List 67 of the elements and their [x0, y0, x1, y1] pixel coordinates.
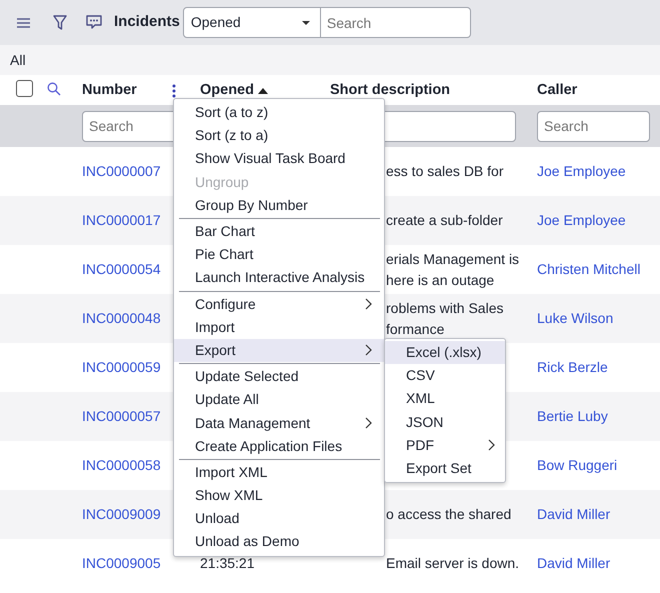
incident-link[interactable]: INC0000057 [82, 408, 161, 424]
menu-item[interactable]: Unload as Demo [174, 530, 384, 554]
opened-time: 21:35:21 [200, 555, 254, 571]
caller-link[interactable]: Luke Wilson [537, 310, 614, 326]
menu-item[interactable]: Unload [174, 507, 384, 530]
menu-item[interactable]: Update Selected [174, 365, 384, 388]
column-header[interactable]: Opened [200, 80, 254, 102]
menu-item[interactable]: Pie Chart [174, 243, 384, 266]
menu-item[interactable]: Update All [174, 388, 384, 412]
chat-icon[interactable] [86, 15, 102, 30]
menu-item[interactable]: Excel (.xlsx) [385, 340, 505, 364]
chevron-right-icon[interactable] [488, 439, 495, 452]
search-icon[interactable] [47, 82, 61, 96]
description-text: roblems with Sales formance [386, 300, 504, 336]
description-text: ess to sales DB for [386, 163, 504, 179]
select-all-checkbox[interactable] [16, 80, 33, 97]
sort-up-icon[interactable] [258, 88, 268, 94]
menu-item[interactable]: Configure [174, 292, 384, 316]
menu-item[interactable]: Data Management [174, 411, 384, 435]
menu-item[interactable]: Group By Number [174, 194, 384, 217]
incident-link[interactable]: INC0009005 [82, 555, 161, 571]
menu-item[interactable]: Import [174, 316, 384, 339]
menu-item[interactable]: Create Application Files [174, 434, 384, 458]
description-text: create a sub-folder [386, 212, 503, 228]
incident-link[interactable]: INC0000059 [82, 359, 161, 375]
chevron-right-icon[interactable] [365, 417, 372, 430]
incident-link[interactable]: INC0000007 [82, 163, 161, 179]
incident-link[interactable]: INC0000017 [82, 212, 161, 228]
incident-link[interactable]: INC0000058 [82, 457, 161, 473]
breadcrumb-link[interactable]: All [10, 50, 26, 70]
menu-item[interactable]: JSON [385, 410, 505, 434]
menu-item[interactable]: Launch Interactive Analysis [174, 266, 384, 290]
caller-link[interactable]: Joe Employee [537, 163, 626, 179]
menu-item: Ungroup [194, 172, 250, 192]
column-header[interactable]: Short description [330, 80, 450, 102]
filter-field[interactable]: Search [537, 110, 650, 142]
more-icon[interactable] [172, 84, 176, 98]
list-title: Incidents [114, 12, 180, 32]
menu-item[interactable]: Show XML [174, 484, 384, 508]
caller-link[interactable]: David Miller [537, 555, 610, 571]
menu-icon[interactable] [17, 18, 30, 28]
caller-link[interactable]: Christen Mitchell [537, 261, 640, 277]
caller-link[interactable]: Rick Berzle [537, 359, 608, 375]
menu-item[interactable]: Show Visual Task Board [174, 147, 384, 171]
column-header[interactable]: Number [82, 80, 137, 102]
menu-item[interactable]: XML [385, 387, 505, 410]
caller-link[interactable]: David Miller [537, 506, 610, 522]
incident-link[interactable]: INC0000054 [82, 261, 161, 277]
caller-link[interactable]: Bertie Luby [537, 408, 608, 424]
chevron-right-icon[interactable] [365, 344, 372, 356]
caller-link[interactable]: Joe Employee [537, 212, 626, 228]
search-field[interactable]: Search [320, 7, 471, 38]
field-select[interactable]: Opened [182, 7, 321, 38]
chevron-right-icon[interactable] [365, 298, 372, 310]
menu-item[interactable]: Bar Chart [174, 220, 384, 244]
caret-icon [302, 20, 310, 24]
caller-link[interactable]: Bow Ruggeri [537, 457, 618, 473]
incident-link[interactable]: INC0009009 [82, 506, 161, 522]
description-text: erials Management is here is an outage [386, 250, 520, 288]
description-text: Email server is down. [386, 555, 520, 571]
column-header[interactable]: Caller [537, 80, 578, 102]
menu-item[interactable]: Export Set [385, 456, 505, 480]
incident-link[interactable]: INC0000048 [82, 310, 161, 326]
filter-icon[interactable] [53, 14, 67, 30]
menu-item[interactable]: CSV [385, 364, 505, 388]
menu-item[interactable]: PDF [385, 434, 505, 457]
description-text: o access the shared [386, 506, 512, 522]
